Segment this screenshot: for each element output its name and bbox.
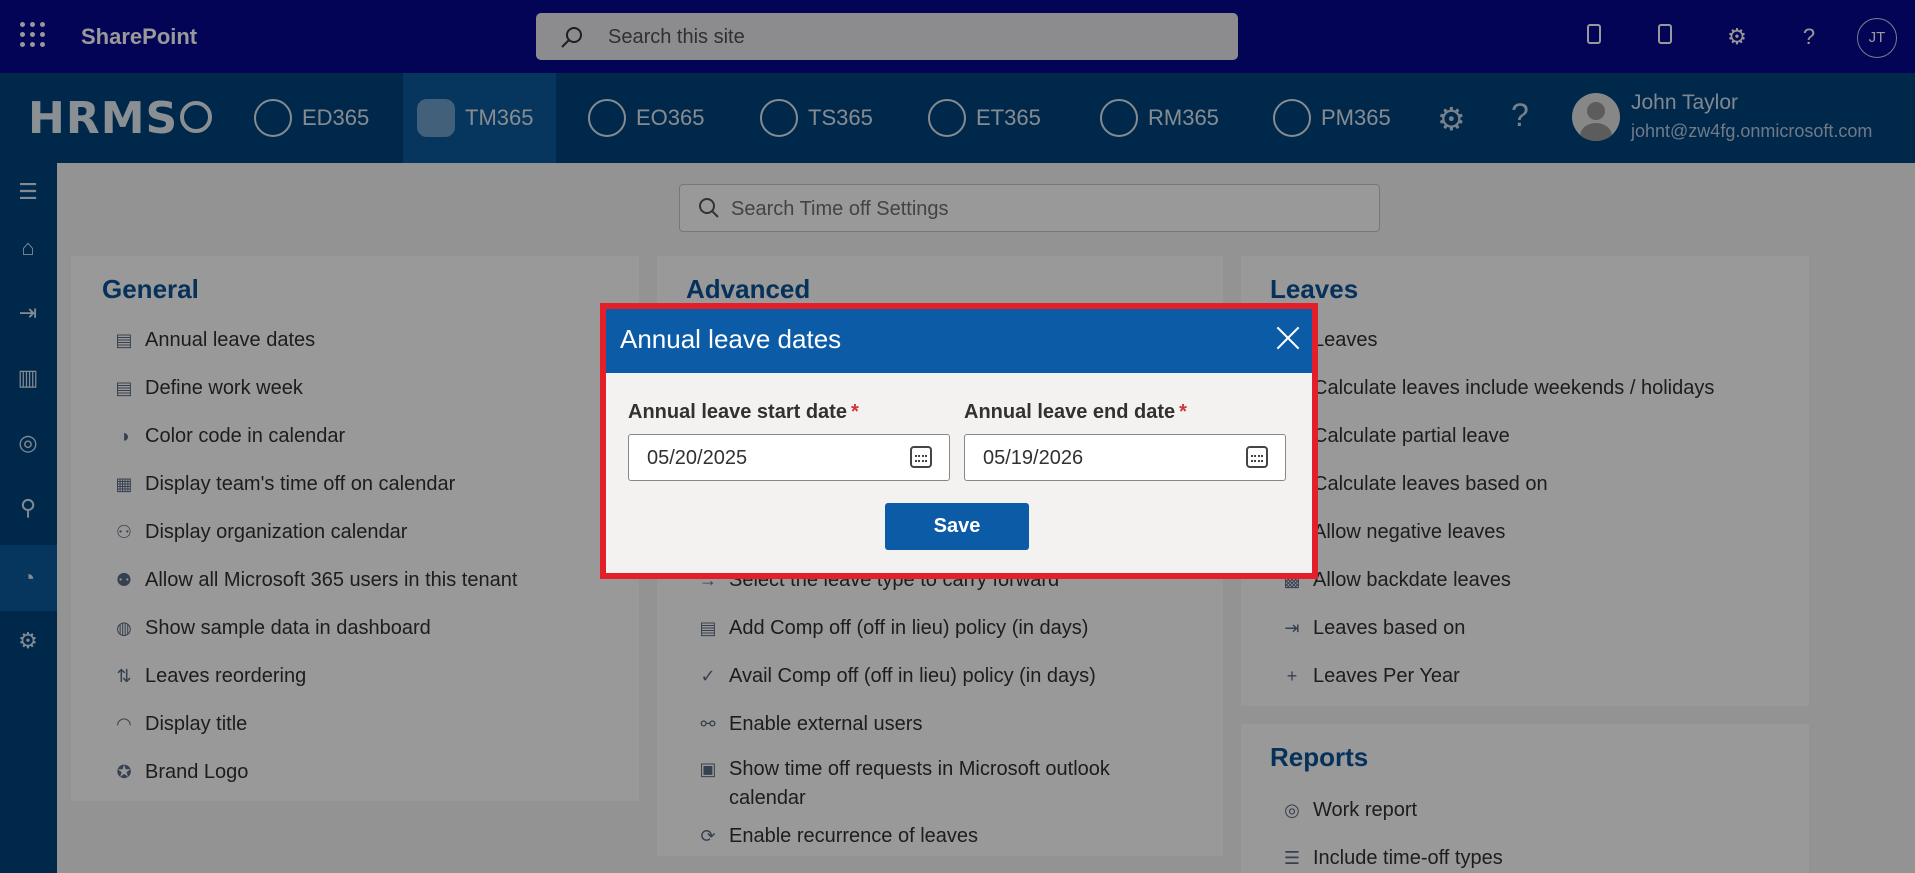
start-date-label-text: Annual leave start date (628, 401, 847, 423)
calendar-icon[interactable] (910, 446, 932, 468)
end-date-value: 05/19/2026 (983, 447, 1084, 469)
start-date-value: 05/20/2025 (647, 447, 748, 469)
start-date-field[interactable]: 05/20/2025 (628, 434, 950, 481)
save-button[interactable]: Save (885, 503, 1029, 550)
required-marker: * (1179, 401, 1187, 423)
end-date-field[interactable]: 05/19/2026 (964, 434, 1286, 481)
annual-leave-dates-dialog: Annual leave dates Annual leave start da… (600, 303, 1318, 579)
dialog-title: Annual leave dates (620, 324, 842, 354)
start-date-label: Annual leave start date * (628, 401, 859, 424)
end-date-label: Annual leave end date * (964, 401, 1187, 424)
dialog-header: Annual leave dates (606, 309, 1312, 373)
dialog-body: Annual leave start date * 05/20/2025 Annu… (606, 373, 1312, 573)
required-marker: * (850, 401, 859, 423)
close-icon[interactable] (1271, 321, 1305, 355)
end-date-label-text: Annual leave end date (964, 401, 1176, 423)
calendar-icon[interactable] (1246, 446, 1268, 468)
